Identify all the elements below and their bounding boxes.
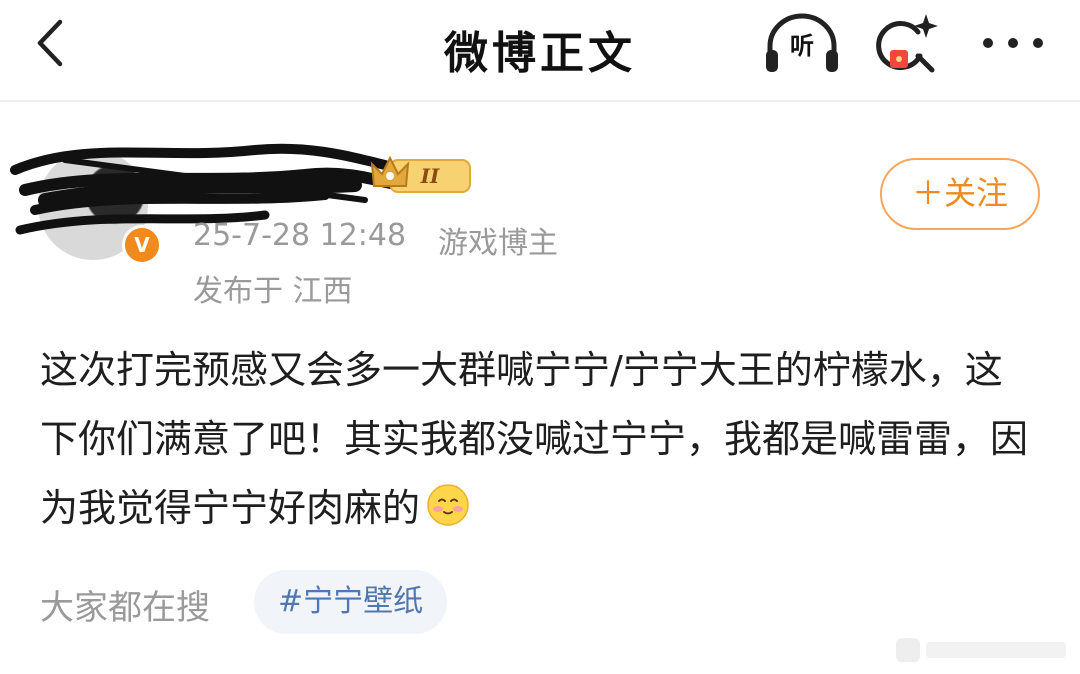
top-bar: 微博正文 听	[0, 0, 1080, 102]
more-dots-icon[interactable]	[978, 28, 1048, 58]
faded-watermark	[896, 638, 1066, 662]
listen-label: 听	[790, 32, 814, 60]
post-location: 发布于 江西	[193, 274, 353, 309]
user-role: 游戏博主	[438, 226, 558, 261]
trending-label: 大家都在搜	[40, 588, 210, 628]
post-timestamp: 25-7-28 12:48	[193, 218, 407, 253]
post-body: 这次打完预感又会多一大群喊宁宁/宁宁大王的柠檬水，这下你们满意了吧！其实我都没喊…	[40, 348, 1029, 530]
search-sparkle-icon[interactable]	[872, 10, 942, 80]
trending-topic-chip[interactable]: #宁宁壁纸	[254, 570, 448, 634]
post-text: 这次打完预感又会多一大群喊宁宁/宁宁大王的柠檬水，这下你们满意了吧！其实我都没喊…	[40, 336, 1040, 543]
shy-smile-emoji-icon	[427, 484, 469, 526]
rank-badge: II	[370, 155, 471, 193]
follow-button[interactable]: ＋关注	[880, 158, 1040, 230]
rank-label: II	[420, 164, 440, 188]
